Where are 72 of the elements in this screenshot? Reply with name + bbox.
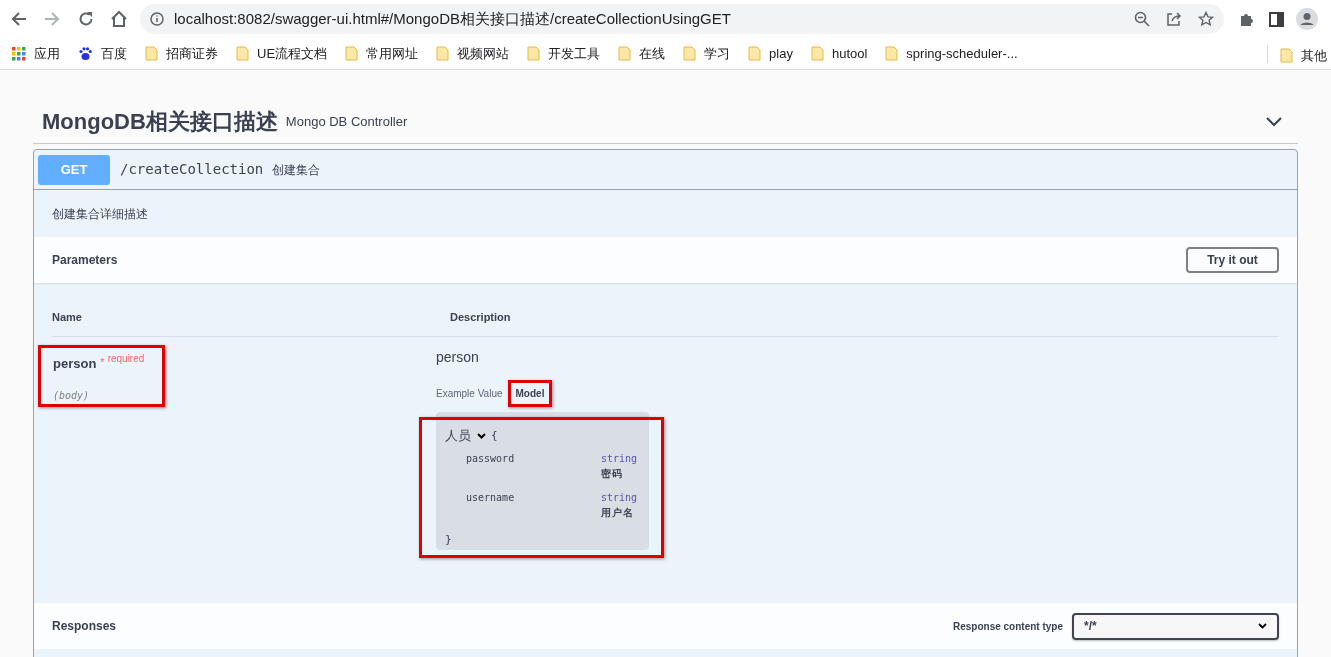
required-label: required xyxy=(107,352,145,366)
bookmark-item[interactable]: 百度 xyxy=(78,43,127,64)
column-header: Name xyxy=(52,310,83,325)
share-icon[interactable] xyxy=(1166,11,1182,27)
method-badge: GET xyxy=(38,154,110,185)
bookmark-item[interactable]: 学习 xyxy=(683,43,731,64)
folder-icon xyxy=(345,46,359,61)
bookmark-item[interactable]: hutool xyxy=(810,43,868,64)
tag-header[interactable]: MongoDB相关接口描述 Mongo DB Controller xyxy=(33,100,1298,144)
folder-icon xyxy=(618,46,632,61)
folder-icon xyxy=(436,46,450,61)
parameter-name: person xyxy=(53,355,97,373)
responses-title: Responses xyxy=(52,618,117,635)
zoom-icon[interactable] xyxy=(1134,11,1150,27)
model-tab[interactable]: Example Value xyxy=(436,382,503,404)
caret-icon xyxy=(1258,623,1267,629)
folder-icon xyxy=(885,46,899,61)
folder-icon xyxy=(683,46,697,61)
address-bar[interactable]: localhost:8082/swagger-ui.html#/MongoDB相关接口描述/createCollectionUsingGET xyxy=(140,4,1224,34)
folder-icon xyxy=(810,46,824,61)
property-name: username xyxy=(466,490,516,505)
apps-grid-icon xyxy=(12,46,26,61)
bookmark-item[interactable]: 开发工具 xyxy=(527,43,601,64)
bookmark-item[interactable]: 视频网站 xyxy=(436,43,510,64)
property-name: password xyxy=(466,451,516,466)
property-description: 用户名 xyxy=(601,505,635,520)
bookmark-item[interactable]: 在线 xyxy=(618,43,666,64)
paw-icon xyxy=(78,46,93,61)
model-title: 人员 xyxy=(445,427,471,445)
chevron-icon[interactable] xyxy=(1266,116,1282,127)
star-icon[interactable] xyxy=(1198,11,1214,27)
folder-icon xyxy=(1280,48,1293,64)
model-tab[interactable]: Model xyxy=(507,379,553,407)
content-type-select[interactable]: */* xyxy=(1072,612,1279,640)
avatar-icon[interactable] xyxy=(1296,8,1318,30)
side-panel-icon[interactable] xyxy=(1269,11,1284,27)
operation-summary-text: 创建集合 xyxy=(272,161,321,179)
bookmark-item[interactable]: 其他 xyxy=(1280,46,1327,66)
puzzle-icon[interactable] xyxy=(1239,11,1255,27)
property-description: 密码 xyxy=(601,466,624,481)
bookmark-item[interactable]: spring-scheduler-... xyxy=(885,43,1018,64)
column-header: Description xyxy=(450,310,511,325)
operation-description: 创建集合详细描述 xyxy=(52,205,148,223)
tag-subtitle: Mongo DB Controller xyxy=(285,112,408,131)
expand-caret-icon[interactable] xyxy=(477,432,486,439)
folder-icon xyxy=(527,46,541,61)
operation-path: /createCollection xyxy=(120,160,264,179)
folder-icon xyxy=(236,46,249,61)
content-type-label: Response content type xyxy=(952,619,1063,634)
info-icon xyxy=(150,12,164,26)
property-type: string xyxy=(601,490,638,505)
bookmark-item[interactable]: UE流程文档 xyxy=(236,43,328,64)
bookmark-item[interactable]: play xyxy=(748,43,793,64)
tag-title: MongoDB相关接口描述 xyxy=(42,108,278,136)
folder-icon xyxy=(748,46,762,61)
brace: { xyxy=(491,427,498,444)
bookmark-item[interactable]: 常用网址 xyxy=(345,43,419,64)
folder-icon xyxy=(145,46,158,61)
operation-summary[interactable]: GET /createCollection 创建集合 xyxy=(34,150,1297,190)
parameter-description: person xyxy=(436,348,479,367)
try-it-out-button[interactable]: Try it out xyxy=(1186,247,1279,273)
parameters-title: Parameters xyxy=(52,252,118,269)
parameter-location: (body) xyxy=(53,389,90,401)
bookmark-item[interactable]: 应用 xyxy=(12,43,60,64)
home-icon[interactable] xyxy=(110,10,128,28)
url-text: localhost:8082/swagger-ui.html#/MongoDB相关接口描述/createCollectionUsingGET xyxy=(174,8,731,29)
property-type: string xyxy=(601,451,638,466)
required-asterisk: * xyxy=(100,355,105,370)
back-icon[interactable] xyxy=(11,11,27,27)
reload-icon[interactable] xyxy=(78,11,94,27)
brace: } xyxy=(445,532,452,546)
bookmark-item[interactable]: 招商证券 xyxy=(145,43,218,64)
